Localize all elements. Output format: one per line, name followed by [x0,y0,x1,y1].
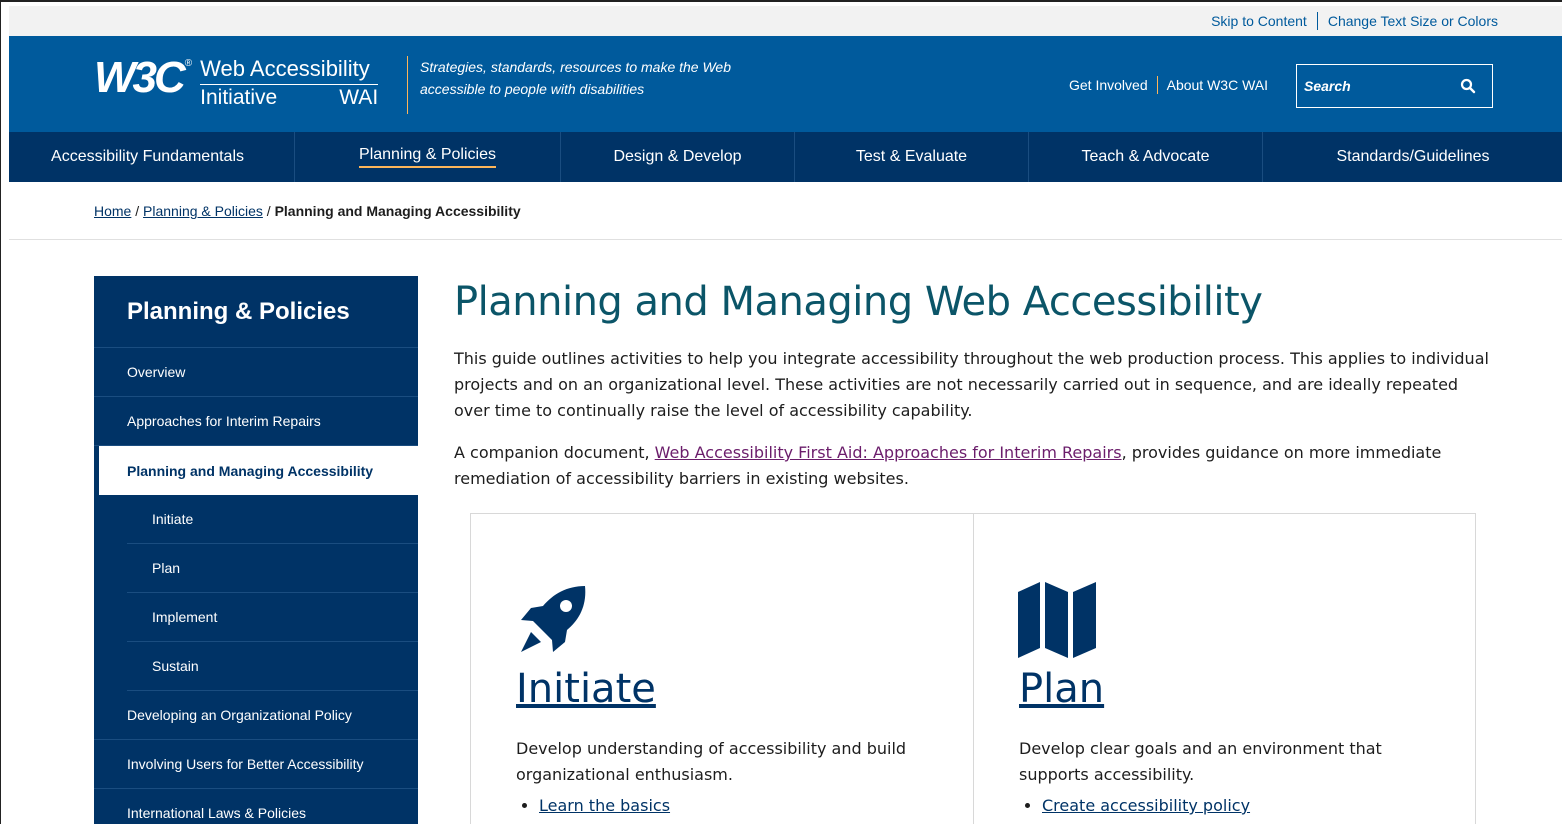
breadcrumb-divider [9,239,1562,240]
companion-paragraph: A companion document, Web Accessibility … [454,440,1494,492]
wai-wordmark-initiative: Initiative [200,86,278,109]
learn-basics-link[interactable]: Learn the basics [539,796,670,815]
tagline-line2: accessible to people with disabilities [420,81,645,97]
nav-planning-policies[interactable]: Planning & Policies [295,132,561,182]
sidebar-nav: Planning & Policies Overview Approaches … [94,276,418,824]
nav-item-label: Planning & Policies [359,146,496,168]
card-initiate: Initiate Develop understanding of access… [471,514,973,824]
utility-divider [1316,12,1318,30]
sidebar-item-sustain[interactable]: Sustain [127,642,418,691]
breadcrumb: Home / Planning & Policies / Planning an… [94,203,521,219]
breadcrumb-separator: / [262,203,275,219]
sidebar-item-initiate[interactable]: Initiate [127,495,418,544]
sidebar-item-involving-users[interactable]: Involving Users for Better Accessibility [94,740,418,789]
registered-mark: ® [184,58,193,69]
nav-design-develop[interactable]: Design & Develop [561,132,795,182]
breadcrumb-current: Planning and Managing Accessibility [274,203,521,219]
skip-to-content-link[interactable]: Skip to Content [1211,13,1307,29]
nav-item-label: Teach & Advocate [1081,148,1210,165]
sidebar-item-plan[interactable]: Plan [127,544,418,593]
card-title-link[interactable]: Plan [1019,666,1104,712]
site-tagline: Strategies, standards, resources to make… [407,56,731,114]
search-input[interactable] [1297,78,1457,94]
sidebar-item-org-policy[interactable]: Developing an Organizational Policy [94,691,418,740]
sidebar-item-planning-managing[interactable]: Planning and Managing Accessibility [99,446,418,495]
change-text-size-link[interactable]: Change Text Size or Colors [1328,13,1498,29]
browser-page: Skip to Content Change Text Size or Colo… [0,0,1562,824]
header-link-divider [1156,76,1158,94]
sidebar-title[interactable]: Planning & Policies [94,276,418,348]
nav-item-label: Accessibility Fundamentals [51,148,244,165]
main-content: Planning and Managing Web Accessibility … [454,276,1494,492]
card-description: Develop understanding of accessibility a… [516,739,907,784]
nav-test-evaluate[interactable]: Test & Evaluate [795,132,1029,182]
get-involved-link[interactable]: Get Involved [1069,77,1148,93]
nav-teach-advocate[interactable]: Teach & Advocate [1029,132,1263,182]
tagline-line1: Strategies, standards, resources to make… [420,59,732,75]
companion-text-before: A companion document, [454,443,655,462]
card-link-list: Create accessibility policy [1042,796,1250,815]
list-item: Learn the basics [539,796,670,815]
wai-logo[interactable]: W3C ® Web Accessibility Initiative WAI [94,53,379,111]
wai-wordmark-wai: WAI [339,86,379,109]
sidebar-item-interim-repairs[interactable]: Approaches for Interim Repairs [94,397,418,446]
sidebar-item-laws-policies[interactable]: International Laws & Policies [94,789,418,824]
first-aid-link[interactable]: Web Accessibility First Aid: Approaches … [655,443,1122,462]
create-policy-link[interactable]: Create accessibility policy [1042,796,1250,815]
nav-accessibility-fundamentals[interactable]: Accessibility Fundamentals [9,132,295,182]
main-nav: Accessibility Fundamentals Planning & Po… [9,132,1562,182]
nav-standards-guidelines[interactable]: Standards/Guidelines [1263,132,1562,182]
about-w3c-wai-link[interactable]: About W3C WAI [1167,77,1268,93]
intro-paragraph: This guide outlines activities to help y… [454,349,1489,420]
utility-bar: Skip to Content Change Text Size or Colo… [9,6,1562,36]
card-link-list: Learn the basics [539,796,670,815]
nav-item-label: Design & Develop [613,148,742,165]
card-plan: Plan Develop clear goals and an environm… [973,514,1475,824]
search-box [1296,64,1493,108]
card-title-link[interactable]: Initiate [516,666,656,712]
wai-wordmark-line2: Initiative WAI [200,85,378,111]
list-item: Create accessibility policy [1042,796,1250,815]
sidebar-item-implement[interactable]: Implement [127,593,418,642]
page-title: Planning and Managing Web Accessibility [454,279,1263,325]
breadcrumb-section-link[interactable]: Planning & Policies [143,203,263,219]
breadcrumb-separator: / [131,203,144,219]
map-icon [1018,582,1096,658]
sidebar-item-overview[interactable]: Overview [94,348,418,397]
breadcrumb-home-link[interactable]: Home [94,203,131,219]
nav-item-label: Standards/Guidelines [1336,148,1490,165]
wai-wordmark: Web Accessibility Initiative WAI [200,56,379,111]
wai-wordmark-line1: Web Accessibility [200,56,379,85]
rocket-icon [517,584,589,656]
card-description: Develop clear goals and an environment t… [1019,739,1382,784]
nav-item-label: Test & Evaluate [855,148,968,165]
search-icon[interactable] [1460,78,1476,94]
site-header: W3C ® Web Accessibility Initiative WAI S… [9,36,1562,132]
header-links: Get Involved About W3C WAI [1069,76,1268,94]
phase-cards: Initiate Develop understanding of access… [470,513,1476,824]
utility-links: Skip to Content Change Text Size or Colo… [1211,12,1498,30]
w3c-logo-text: W3C [94,53,186,102]
